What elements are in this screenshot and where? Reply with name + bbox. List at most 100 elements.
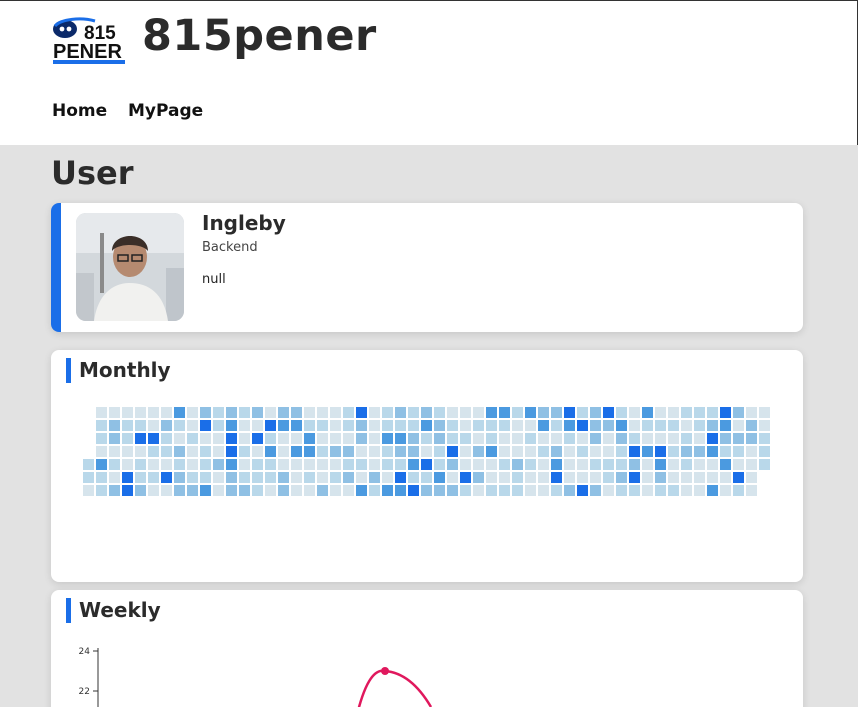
heatmap-cell [408, 407, 419, 418]
heatmap-cell [473, 407, 484, 418]
heatmap-cell [694, 485, 705, 496]
heatmap-cell [694, 433, 705, 444]
heatmap-cell [629, 485, 640, 496]
heatmap-cell [616, 459, 627, 470]
heatmap-cell [239, 420, 250, 431]
heatmap-cell [161, 433, 172, 444]
heatmap-cell [382, 472, 393, 483]
heatmap-cell [122, 407, 133, 418]
heatmap-cell [746, 433, 757, 444]
heatmap-cell [122, 420, 133, 431]
heatmap-cell [460, 472, 471, 483]
heatmap-cell [148, 433, 159, 444]
heatmap-cell [486, 433, 497, 444]
user-role: Backend [202, 240, 258, 255]
heatmap-cell [486, 420, 497, 431]
heatmap-cell [421, 433, 432, 444]
heatmap-cell [577, 472, 588, 483]
heatmap-cell [122, 433, 133, 444]
heatmap-cell [616, 420, 627, 431]
heatmap-cell [96, 433, 107, 444]
heatmap-cell [577, 485, 588, 496]
heatmap-cell [512, 446, 523, 457]
heatmap-cell [642, 446, 653, 457]
heatmap-cell [590, 485, 601, 496]
heatmap-cell [603, 446, 614, 457]
heatmap-cell [616, 433, 627, 444]
weekly-line-chart: 22 24 [79, 647, 433, 707]
heatmap-cell [434, 407, 445, 418]
weekly-data-point[interactable] [381, 667, 389, 675]
heatmap-cell [538, 459, 549, 470]
heatmap-cell [642, 407, 653, 418]
heatmap-cell [213, 420, 224, 431]
heatmap-cell [265, 472, 276, 483]
nav-home[interactable]: Home [52, 101, 107, 121]
heatmap-cell [629, 459, 640, 470]
heatmap-cell [408, 472, 419, 483]
heatmap-cell [226, 446, 237, 457]
heatmap-cell [304, 485, 315, 496]
heatmap-cell [395, 407, 406, 418]
heatmap-cell [629, 420, 640, 431]
heatmap-cell [681, 446, 692, 457]
heatmap-cell [590, 433, 601, 444]
heatmap-cell [226, 420, 237, 431]
heatmap-cell [96, 459, 107, 470]
heatmap-cell [473, 446, 484, 457]
heatmap-cell [590, 446, 601, 457]
heatmap-cell [668, 446, 679, 457]
heatmap-cell [96, 485, 107, 496]
page-title: User [51, 154, 134, 192]
heatmap-cell [265, 459, 276, 470]
heatmap-cell [200, 433, 211, 444]
heatmap-cell [382, 446, 393, 457]
heatmap-cell [317, 433, 328, 444]
heatmap-cell [681, 459, 692, 470]
heatmap-cell [590, 472, 601, 483]
heatmap-cell [369, 459, 380, 470]
heatmap-cell [135, 420, 146, 431]
heatmap-cell [317, 472, 328, 483]
heatmap-cell [421, 420, 432, 431]
heatmap-cell [330, 420, 341, 431]
heatmap-cell [213, 485, 224, 496]
heatmap-cell [343, 459, 354, 470]
heatmap-cell [551, 472, 562, 483]
heatmap-cell [343, 485, 354, 496]
heatmap-cell [213, 407, 224, 418]
heatmap-cell [512, 407, 523, 418]
heatmap-cell [551, 459, 562, 470]
heatmap-cell [317, 446, 328, 457]
heatmap-cell [356, 472, 367, 483]
heatmap-cell [96, 407, 107, 418]
heatmap-cell [447, 485, 458, 496]
heatmap-cell [135, 472, 146, 483]
heatmap-cell [109, 433, 120, 444]
heatmap-cell [525, 433, 536, 444]
heatmap-cell [642, 433, 653, 444]
heatmap-cell [460, 485, 471, 496]
815pener-logo[interactable]: 815 PENER [51, 15, 127, 65]
heatmap-cell [122, 446, 133, 457]
heatmap-cell [187, 472, 198, 483]
heatmap-cell [187, 433, 198, 444]
heatmap-cell [746, 446, 757, 457]
heatmap-cell [577, 407, 588, 418]
heatmap-cell [187, 446, 198, 457]
heatmap-cell [733, 433, 744, 444]
heatmap-cell [577, 420, 588, 431]
heatmap-cell [265, 407, 276, 418]
heatmap-cell [499, 459, 510, 470]
heatmap-cell [447, 446, 458, 457]
heatmap-cell [278, 446, 289, 457]
heatmap-cell [460, 433, 471, 444]
heatmap-cell [434, 446, 445, 457]
heatmap-cell [707, 472, 718, 483]
heatmap-cell [252, 407, 263, 418]
heatmap-cell [733, 472, 744, 483]
brand-title[interactable]: 815pener [142, 11, 377, 61]
nav-mypage[interactable]: MyPage [128, 101, 203, 121]
y-tick-label: 22 [79, 687, 90, 697]
heatmap-cell [759, 407, 770, 418]
